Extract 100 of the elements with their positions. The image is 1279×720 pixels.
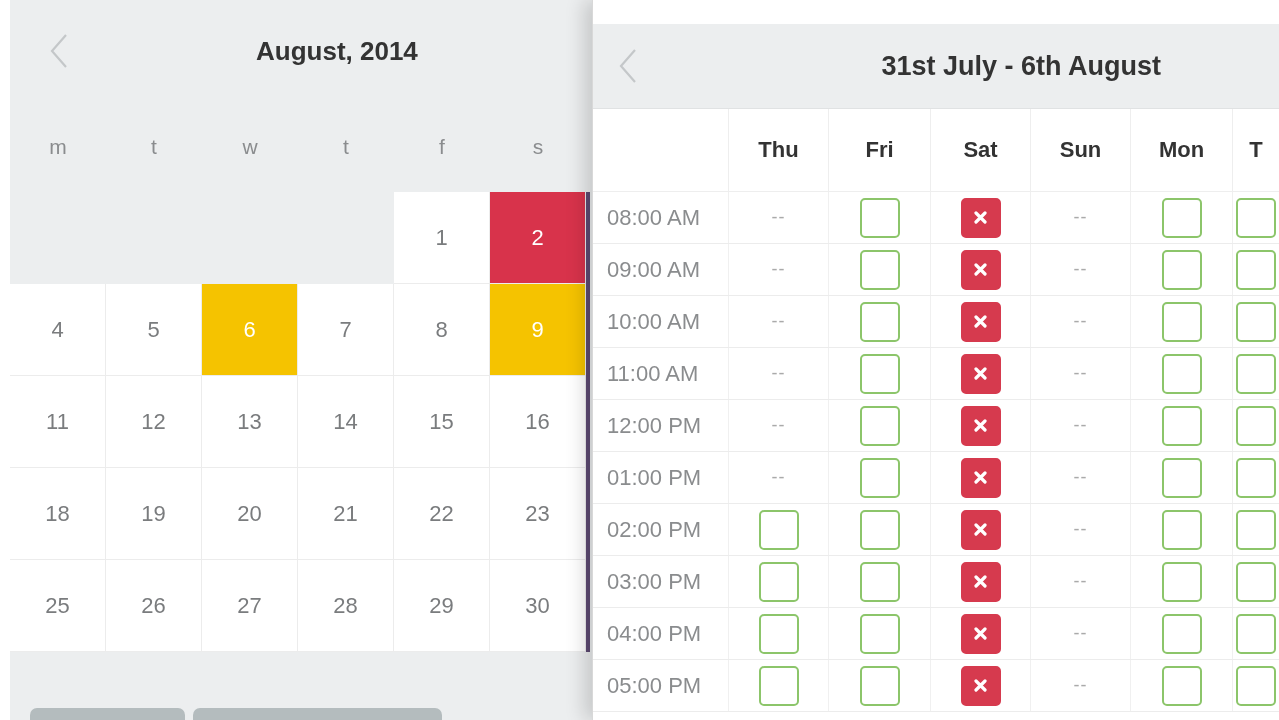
calendar-day[interactable]: 27 bbox=[202, 560, 298, 652]
slot-checkbox[interactable] bbox=[859, 613, 900, 654]
slot-checkbox[interactable] bbox=[758, 665, 799, 706]
calendar-day[interactable]: 21 bbox=[298, 468, 394, 560]
slot-checkbox[interactable] bbox=[859, 405, 900, 446]
slot-checkbox[interactable] bbox=[1161, 457, 1202, 498]
slot-checkbox[interactable] bbox=[960, 509, 1001, 550]
slot-checkbox[interactable] bbox=[1161, 249, 1202, 290]
slot-checkbox[interactable] bbox=[859, 301, 900, 342]
empty-slot-text: -- bbox=[1073, 311, 1088, 332]
empty-slot-text: -- bbox=[771, 207, 786, 228]
time-label: 12:00 PM bbox=[607, 412, 702, 439]
slot-checkbox[interactable] bbox=[1161, 301, 1202, 342]
empty-slot-text: -- bbox=[771, 311, 786, 332]
slot-checkbox[interactable] bbox=[1236, 353, 1276, 394]
time-label: 03:00 PM bbox=[607, 568, 702, 595]
slot-checkbox[interactable] bbox=[1236, 249, 1276, 290]
slot-checkbox[interactable] bbox=[859, 249, 900, 290]
slot-checkbox[interactable] bbox=[960, 405, 1001, 446]
day-column-header: Mon bbox=[1158, 137, 1205, 163]
slot-checkbox[interactable] bbox=[960, 301, 1001, 342]
week-title: 31st July - 6th August bbox=[881, 50, 1161, 82]
slot-checkbox[interactable] bbox=[960, 561, 1001, 602]
calendar-day[interactable]: 7 bbox=[298, 284, 394, 376]
calendar-day[interactable]: 13 bbox=[202, 376, 298, 468]
slot-checkbox[interactable] bbox=[1161, 561, 1202, 602]
empty-slot-text: -- bbox=[771, 259, 786, 280]
slot-checkbox[interactable] bbox=[960, 457, 1001, 498]
calendar-day[interactable]: 19 bbox=[106, 468, 202, 560]
slot-checkbox[interactable] bbox=[758, 613, 799, 654]
day-column-header: Sat bbox=[963, 137, 998, 163]
month-title: August, 2014 bbox=[256, 35, 418, 67]
cross-icon bbox=[974, 419, 987, 432]
slot-checkbox[interactable] bbox=[1236, 561, 1276, 602]
empty-slot-text: -- bbox=[1073, 623, 1088, 644]
calendar-day[interactable]: 20 bbox=[202, 468, 298, 560]
time-label: 05:00 PM bbox=[607, 672, 702, 699]
chevron-left-icon[interactable] bbox=[619, 49, 637, 83]
calendar-day[interactable]: 12 bbox=[106, 376, 202, 468]
time-label: 10:00 AM bbox=[607, 308, 700, 335]
weekday-label: t bbox=[151, 135, 157, 159]
slot-checkbox[interactable] bbox=[758, 509, 799, 550]
calendar-day[interactable]: 29 bbox=[394, 560, 490, 652]
empty-slot-text: -- bbox=[1073, 519, 1088, 540]
calendar-day[interactable]: 15 bbox=[394, 376, 490, 468]
cross-icon bbox=[974, 471, 987, 484]
slot-checkbox[interactable] bbox=[1236, 665, 1276, 706]
calendar-day[interactable]: 11 bbox=[10, 376, 106, 468]
cross-icon bbox=[974, 627, 987, 640]
calendar-day[interactable]: 2 bbox=[490, 192, 586, 284]
cross-icon bbox=[974, 263, 987, 276]
time-label: 04:00 PM bbox=[607, 620, 702, 647]
calendar-day[interactable]: 8 bbox=[394, 284, 490, 376]
day-column-header: Fri bbox=[865, 137, 894, 163]
calendar-day[interactable]: 18 bbox=[10, 468, 106, 560]
slot-checkbox[interactable] bbox=[859, 457, 900, 498]
slot-checkbox[interactable] bbox=[859, 197, 900, 238]
slot-checkbox[interactable] bbox=[1236, 509, 1276, 550]
slot-checkbox[interactable] bbox=[960, 353, 1001, 394]
slot-checkbox[interactable] bbox=[1161, 613, 1202, 654]
calendar-day[interactable]: 4 bbox=[10, 284, 106, 376]
slot-checkbox[interactable] bbox=[1161, 509, 1202, 550]
calendar-day[interactable]: 28 bbox=[298, 560, 394, 652]
slot-checkbox[interactable] bbox=[1236, 613, 1276, 654]
slot-checkbox[interactable] bbox=[859, 509, 900, 550]
slot-checkbox[interactable] bbox=[960, 665, 1001, 706]
cross-icon bbox=[974, 523, 987, 536]
empty-slot-text: -- bbox=[1073, 415, 1088, 436]
slot-checkbox[interactable] bbox=[1236, 301, 1276, 342]
slot-checkbox[interactable] bbox=[758, 561, 799, 602]
slot-checkbox[interactable] bbox=[1161, 353, 1202, 394]
calendar-day[interactable]: 22 bbox=[394, 468, 490, 560]
slot-checkbox[interactable] bbox=[859, 561, 900, 602]
calendar-day[interactable]: 14 bbox=[298, 376, 394, 468]
cross-icon bbox=[974, 679, 987, 692]
slot-checkbox[interactable] bbox=[1236, 197, 1276, 238]
slot-checkbox[interactable] bbox=[859, 353, 900, 394]
calendar-day[interactable]: 30 bbox=[490, 560, 586, 652]
weekday-label: s bbox=[532, 135, 544, 159]
empty-slot-text: -- bbox=[1073, 571, 1088, 592]
slot-checkbox[interactable] bbox=[1161, 405, 1202, 446]
empty-slot-text: -- bbox=[1073, 363, 1088, 384]
calendar-day[interactable]: 1 bbox=[394, 192, 490, 284]
calendar-day[interactable]: 23 bbox=[490, 468, 586, 560]
slot-checkbox[interactable] bbox=[960, 197, 1001, 238]
weekday-label: t bbox=[343, 135, 349, 159]
calendar-day[interactable]: 25 bbox=[10, 560, 106, 652]
empty-slot-text: -- bbox=[771, 415, 786, 436]
time-label: 08:00 AM bbox=[607, 204, 700, 231]
slot-checkbox[interactable] bbox=[1161, 665, 1202, 706]
calendar-day[interactable]: 5 bbox=[106, 284, 202, 376]
slot-checkbox[interactable] bbox=[1161, 197, 1202, 238]
chevron-left-icon[interactable] bbox=[50, 34, 68, 68]
slot-checkbox[interactable] bbox=[859, 665, 900, 706]
calendar-day[interactable]: 16 bbox=[490, 376, 586, 468]
calendar-day[interactable]: 26 bbox=[106, 560, 202, 652]
slot-checkbox[interactable] bbox=[1236, 457, 1276, 498]
slot-checkbox[interactable] bbox=[1236, 405, 1276, 446]
slot-checkbox[interactable] bbox=[960, 249, 1001, 290]
slot-checkbox[interactable] bbox=[960, 613, 1001, 654]
